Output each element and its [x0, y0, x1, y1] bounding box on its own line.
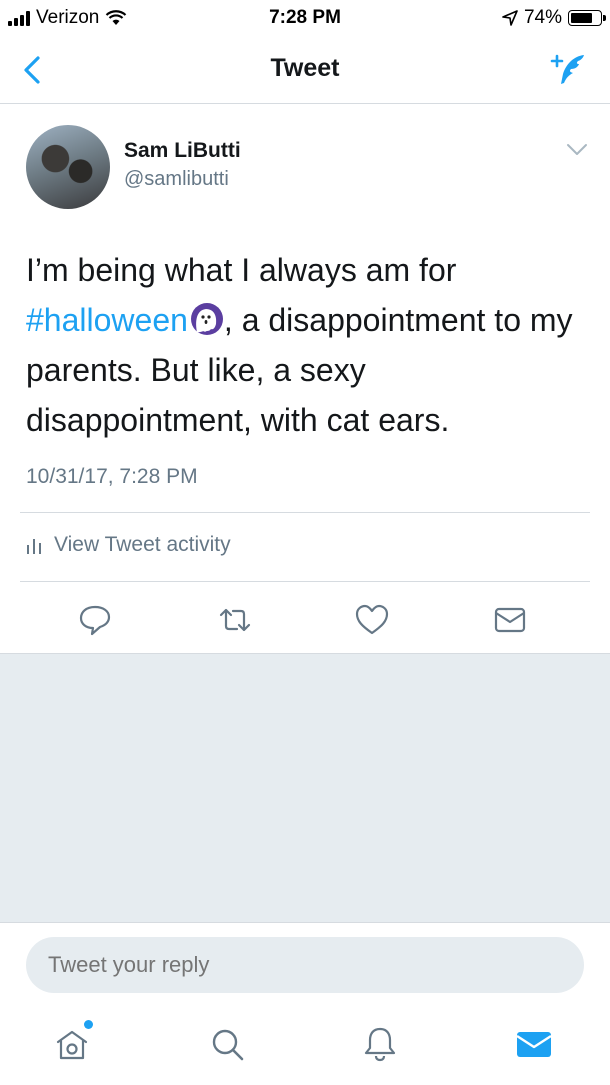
tab-bar: [0, 1008, 610, 1085]
tweet-text: I’m being what I always am for #hallowee…: [26, 245, 586, 445]
reply-input[interactable]: [26, 937, 584, 993]
author-name[interactable]: Sam LiButti: [124, 139, 241, 163]
chevron-down-icon[interactable]: [566, 143, 588, 157]
like-icon[interactable]: [352, 600, 392, 640]
battery-fill: [571, 13, 592, 23]
avatar[interactable]: [26, 125, 110, 209]
retweet-icon[interactable]: [215, 600, 255, 640]
home-notification-dot: [84, 1020, 93, 1029]
analytics-icon: [27, 539, 41, 554]
status-bar-right: 74%: [502, 7, 606, 29]
battery-icon: [568, 10, 606, 26]
tweet-timestamp: 10/31/17, 7:28 PM: [26, 465, 198, 488]
notifications-icon[interactable]: [358, 1022, 402, 1066]
location-arrow-icon: [502, 10, 518, 26]
divider: [20, 512, 590, 513]
view-tweet-activity-link[interactable]: View Tweet activity: [26, 533, 231, 557]
author-handle[interactable]: @samlibutti: [124, 168, 229, 191]
messages-icon[interactable]: [512, 1022, 556, 1066]
hashtag-link[interactable]: #halloween: [26, 302, 188, 338]
direct-message-icon[interactable]: [490, 600, 530, 640]
activity-label: View Tweet activity: [54, 533, 231, 556]
nav-bar: Tweet: [0, 36, 610, 104]
replies-area: [0, 653, 610, 923]
status-bar: Verizon 7:28 PM 74%: [0, 0, 610, 36]
ghost-emoji-icon: [190, 303, 223, 335]
divider: [20, 581, 590, 582]
page-title: Tweet: [270, 54, 340, 82]
tweet-actions: [0, 600, 610, 640]
tweet-text-part: I’m being what I always am for: [26, 252, 457, 288]
compose-tweet-icon[interactable]: [548, 50, 588, 90]
search-icon[interactable]: [205, 1022, 249, 1066]
battery-percent: 74%: [523, 7, 562, 28]
reply-icon[interactable]: [75, 600, 115, 640]
